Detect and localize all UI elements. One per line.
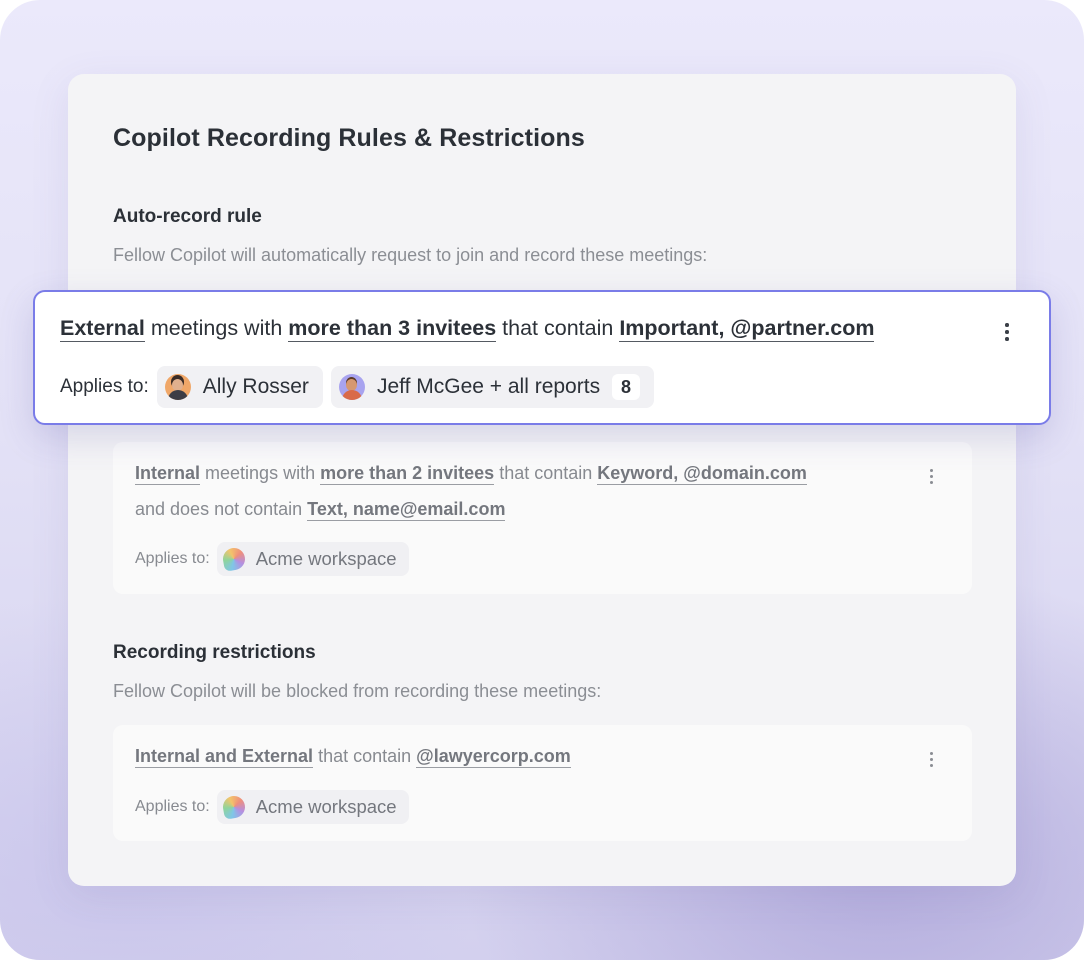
rule-excluded-keywords[interactable]: Text, name@email.com — [307, 499, 506, 521]
rule-applies-to: Applies to: Acme workspace — [135, 790, 417, 824]
recording-restrictions-heading: Recording restrictions — [113, 642, 316, 663]
assignee-name: Jeff McGee + all reports — [376, 375, 601, 398]
rule-keywords[interactable]: @lawyercorp.com — [416, 746, 571, 768]
auto-record-description: Fellow Copilot will automatically reques… — [113, 245, 708, 265]
assignee-chip-acme-workspace[interactable]: Acme workspace — [216, 542, 409, 576]
more-options-icon[interactable] — [930, 752, 934, 770]
auto-record-rule-card-1[interactable]: External meetings with more than 3 invit… — [33, 290, 1051, 425]
rule-keywords[interactable]: Important, @partner.com — [619, 316, 875, 342]
assignee-name: Ally Rosser — [202, 375, 309, 398]
applies-to-label: Applies to: — [135, 798, 210, 815]
rule-text: meetings with — [205, 463, 316, 483]
rule-condition: Internal and External that contain @lawy… — [135, 746, 571, 768]
rule-text: meetings with — [150, 316, 283, 340]
avatar-icon — [164, 374, 191, 400]
rule-text: and does not contain — [135, 499, 303, 519]
rule-invitee-condition[interactable]: more than 3 invitees — [288, 316, 497, 342]
rule-scope[interactable]: Internal — [135, 463, 201, 485]
assignee-name: Acme workspace — [255, 548, 397, 569]
rule-invitee-condition[interactable]: more than 2 invitees — [320, 463, 495, 485]
more-options-icon[interactable] — [930, 469, 934, 487]
recording-restrictions-description: Fellow Copilot will be blocked from reco… — [113, 681, 602, 701]
assignee-name: Acme workspace — [255, 796, 397, 817]
rule-applies-to: Applies to: Acme workspace — [135, 542, 417, 576]
rule-condition: External meetings with more than 3 invit… — [60, 316, 875, 342]
rule-condition: Internal meetings with more than 2 invit… — [135, 463, 807, 485]
rule-applies-to: Applies to: Ally Rosser Jeff McGee + all… — [60, 366, 662, 408]
rule-keywords[interactable]: Keyword, @domain.com — [597, 463, 807, 485]
rule-scope[interactable]: Internal and External — [135, 746, 314, 768]
reports-count-badge: 8 — [612, 374, 641, 400]
rule-text: that contain — [318, 746, 412, 766]
assignee-chip-acme-workspace[interactable]: Acme workspace — [216, 790, 409, 824]
workspace-logo-icon — [220, 546, 247, 572]
avatar-icon — [338, 374, 365, 400]
workspace-logo-icon — [220, 794, 247, 820]
applies-to-label: Applies to: — [135, 550, 210, 567]
applies-to-label: Applies to: — [60, 376, 149, 397]
auto-record-heading: Auto-record rule — [113, 206, 262, 227]
assignee-chip-ally-rosser[interactable]: Ally Rosser — [156, 366, 323, 408]
auto-record-rule-card-2[interactable]: Internal meetings with more than 2 invit… — [113, 442, 972, 594]
rule-exclusion: and does not contain Text, name@email.co… — [135, 499, 506, 521]
page-title: Copilot Recording Rules & Restrictions — [113, 124, 585, 152]
rule-scope[interactable]: External — [60, 316, 145, 342]
more-options-icon[interactable] — [1005, 323, 1009, 341]
rule-text: that contain — [502, 316, 614, 340]
rule-text: that contain — [499, 463, 593, 483]
assignee-chip-jeff-mcgee[interactable]: Jeff McGee + all reports 8 — [330, 366, 655, 408]
restriction-rule-card[interactable]: Internal and External that contain @lawy… — [113, 725, 972, 841]
